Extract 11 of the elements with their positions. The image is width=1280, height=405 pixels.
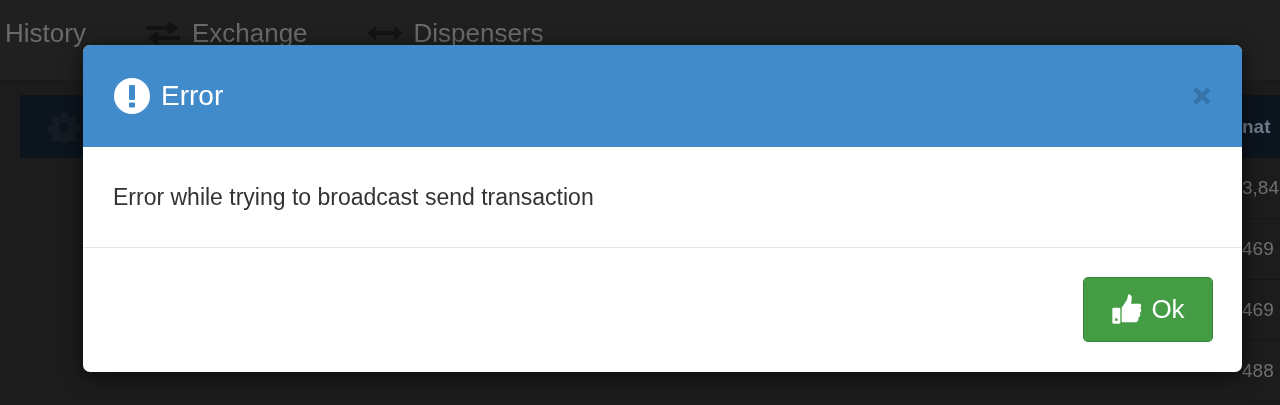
- exchange-arrows-icon: [143, 21, 182, 45]
- thumbs-up-icon: [1111, 293, 1144, 325]
- dialog-title: Error: [161, 80, 225, 112]
- close-icon[interactable]: [1192, 86, 1212, 106]
- ok-button[interactable]: Ok: [1083, 276, 1213, 342]
- nav-link[interactable]: History: [5, 17, 86, 49]
- error-message: Error while trying to broadcast send transaction: [113, 183, 594, 211]
- nav-link[interactable]: Dispensers: [413, 17, 544, 49]
- table-header: nat: [1242, 95, 1280, 158]
- exclamation-icon: [114, 78, 150, 114]
- nav-link[interactable]: Exchange: [191, 17, 308, 49]
